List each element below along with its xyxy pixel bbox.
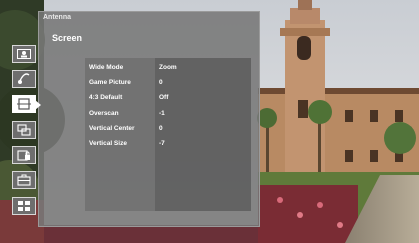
setting-value: Off: [159, 94, 169, 101]
category-screen[interactable]: [12, 95, 41, 113]
category-audio[interactable]: [12, 70, 36, 88]
setting-value: -1: [159, 110, 165, 117]
setting-value: 0: [159, 79, 163, 86]
category-applications[interactable]: [12, 197, 36, 215]
category-setup[interactable]: [12, 121, 36, 139]
category-parental-lock[interactable]: [12, 146, 36, 164]
setting-row-4-3-default[interactable]: 4:3 Default Off: [85, 92, 251, 104]
audio-icon: [18, 73, 30, 84]
category-briefcase[interactable]: [12, 171, 36, 189]
setting-value: 0: [159, 125, 163, 132]
section-title: Screen: [52, 33, 83, 43]
setting-label: Wide Mode: [89, 64, 124, 71]
setting-row-overscan[interactable]: Overscan -1: [85, 108, 251, 120]
setting-row-vertical-size[interactable]: Vertical Size -7: [85, 138, 251, 150]
setting-label: Game Picture: [89, 79, 131, 86]
category-picture[interactable]: [12, 45, 36, 63]
applications-icon: [18, 201, 30, 211]
setting-label: Vertical Size: [89, 140, 127, 147]
setup-icon: [17, 124, 31, 136]
screen-icon: [17, 98, 31, 110]
setting-row-wide-mode[interactable]: Wide Mode Zoom: [85, 62, 251, 74]
parental-lock-icon: [17, 150, 30, 161]
briefcase-icon: [17, 174, 31, 186]
setting-label: Vertical Center: [89, 125, 135, 132]
setting-row-vertical-center[interactable]: Vertical Center 0: [85, 123, 251, 135]
input-source-label: Antenna: [43, 14, 71, 21]
setting-value: Zoom: [159, 64, 177, 71]
setting-value: -7: [159, 140, 165, 147]
setting-label: 4:3 Default: [89, 94, 123, 101]
setting-row-game-picture[interactable]: Game Picture 0: [85, 77, 251, 89]
setting-label: Overscan: [89, 110, 119, 117]
settings-list: Wide Mode Zoom Game Picture 0 4:3 Defaul…: [85, 58, 251, 211]
picture-icon: [17, 49, 31, 59]
